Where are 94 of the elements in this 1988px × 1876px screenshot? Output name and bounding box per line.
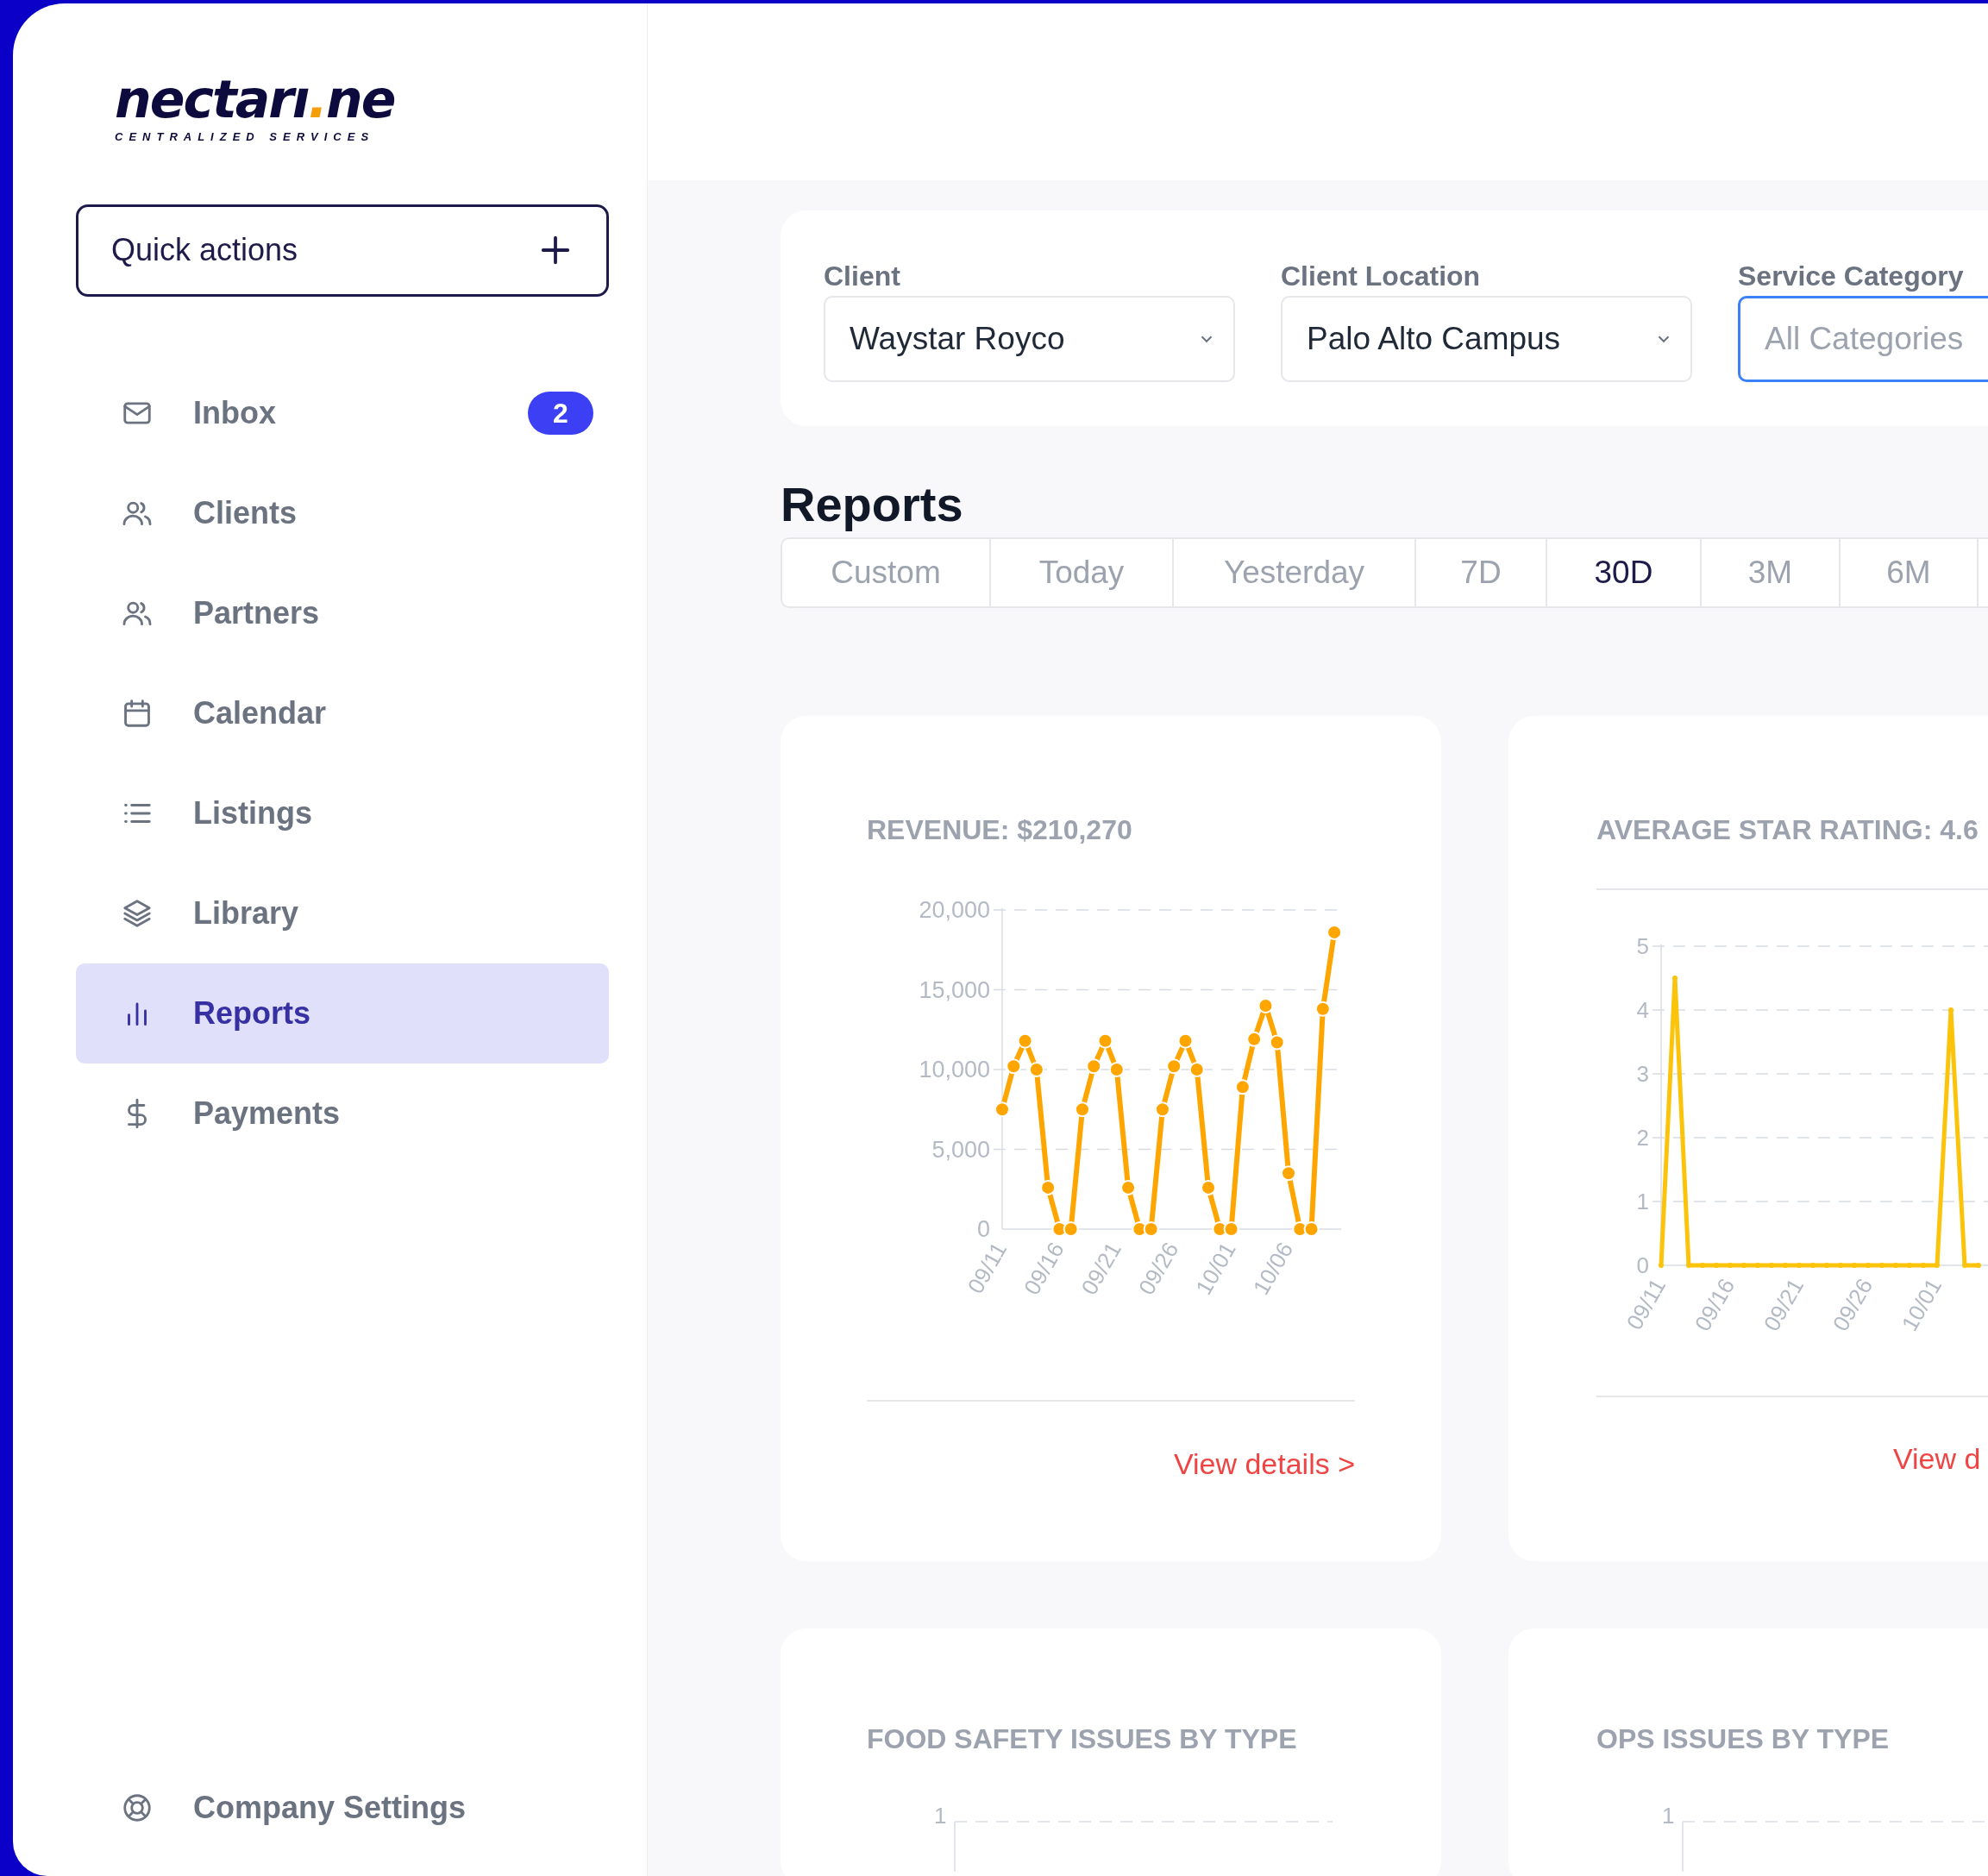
data-point xyxy=(1017,1032,1033,1049)
select-field[interactable]: Palo Alto Campus xyxy=(1281,296,1692,382)
range-tab[interactable]: Custom xyxy=(782,539,991,606)
data-point xyxy=(1686,1263,1691,1268)
axis-label: 4 xyxy=(1636,997,1649,1023)
data-point xyxy=(1741,1263,1747,1268)
data-point xyxy=(1893,1263,1898,1268)
data-point xyxy=(1935,1263,1940,1268)
axis-label: 0 xyxy=(976,1216,990,1242)
data-point xyxy=(1769,1263,1774,1268)
data-point xyxy=(1838,1263,1843,1268)
data-point xyxy=(1006,1058,1022,1075)
data-point xyxy=(1166,1058,1182,1075)
data-point xyxy=(1281,1165,1296,1182)
field-label: Client xyxy=(824,260,901,293)
data-point xyxy=(1672,976,1678,981)
nav-item[interactable]: Calendar xyxy=(76,662,609,763)
range-tab[interactable]: Today xyxy=(991,539,1174,606)
data-point xyxy=(1188,1062,1205,1077)
axis-label: 1 xyxy=(934,1803,947,1829)
data-point xyxy=(1783,1263,1788,1268)
data-point xyxy=(1097,1032,1113,1049)
select-field[interactable]: Waystar Royco xyxy=(824,296,1235,382)
data-point xyxy=(1086,1058,1102,1075)
range-tab[interactable]: Yesterday xyxy=(1174,539,1416,606)
nav-item[interactable]: Company Settings xyxy=(76,1758,609,1858)
card-title: OPS ISSUES BY TYPE xyxy=(1596,1722,1890,1756)
axis-label: 5,000 xyxy=(931,1136,990,1163)
data-point xyxy=(1962,1263,1967,1268)
data-point xyxy=(1907,1263,1912,1268)
card-title: REVENUE: $210,270 xyxy=(867,813,1132,847)
data-point xyxy=(1201,1179,1217,1195)
data-point xyxy=(1120,1179,1137,1195)
data-point xyxy=(1879,1263,1885,1268)
nav-item[interactable]: Listings xyxy=(76,762,609,863)
axis-label: 3 xyxy=(1636,1061,1649,1087)
data-point xyxy=(1257,998,1274,1013)
data-point xyxy=(1852,1263,1857,1268)
range-tab[interactable]: 6M xyxy=(1841,539,1979,606)
nav-item[interactable]: Partners xyxy=(76,562,609,663)
data-point xyxy=(1714,1263,1719,1268)
data-point xyxy=(994,1101,1010,1118)
data-point xyxy=(1700,1263,1705,1268)
card-title: FOOD SAFETY ISSUES BY TYPE xyxy=(867,1722,1297,1756)
field-label: Client Location xyxy=(1281,260,1482,293)
data-point xyxy=(1234,1079,1251,1095)
data-point xyxy=(1063,1221,1079,1237)
data-point xyxy=(1074,1101,1090,1118)
data-point xyxy=(1269,1034,1285,1051)
data-point xyxy=(1810,1263,1816,1268)
nav-item[interactable]: Inbox 2 xyxy=(76,362,609,463)
nav-item[interactable]: Payments xyxy=(76,1063,609,1164)
nav-item[interactable]: Library xyxy=(76,863,609,963)
data-point xyxy=(1976,1263,1981,1268)
axis-label: 5 xyxy=(1636,933,1649,959)
axis-label: 10,000 xyxy=(919,1057,990,1082)
lifebuoy-icon xyxy=(121,1791,154,1824)
count-badge: 2 xyxy=(528,391,593,435)
data-point xyxy=(1143,1221,1159,1237)
view-details-link[interactable]: View d xyxy=(1893,1437,1981,1481)
axis-label: 15,000 xyxy=(919,976,990,1003)
data-point xyxy=(1921,1263,1926,1268)
view-details-link[interactable]: View details > xyxy=(1173,1442,1355,1486)
field-label: Service Category xyxy=(1738,260,1965,293)
axis-label: 0 xyxy=(1636,1252,1649,1278)
data-point xyxy=(1326,924,1343,940)
data-point xyxy=(1824,1263,1829,1268)
axis-label: 2 xyxy=(1636,1125,1649,1151)
axis-label: 1 xyxy=(1662,1803,1675,1829)
data-point xyxy=(1177,1032,1194,1049)
data-point xyxy=(1303,1221,1320,1237)
data-point xyxy=(1728,1263,1733,1268)
data-point xyxy=(1797,1263,1802,1268)
page-title: Reports xyxy=(781,476,964,533)
data-point xyxy=(1659,1263,1664,1268)
nav-item[interactable]: Reports xyxy=(76,963,609,1063)
plus-icon xyxy=(539,234,572,267)
data-point xyxy=(1028,1062,1044,1077)
range-tab[interactable]: 3M xyxy=(1702,539,1841,606)
data-point xyxy=(1154,1101,1170,1118)
data-point xyxy=(1246,1031,1263,1047)
data-point xyxy=(1108,1062,1125,1077)
nav-item[interactable]: Clients xyxy=(76,462,609,563)
data-point xyxy=(1314,1001,1331,1017)
data-point xyxy=(1866,1263,1871,1268)
card-title: AVERAGE STAR RATING: 4.6 xyxy=(1596,813,1979,847)
select-field[interactable]: All Categories xyxy=(1738,296,1988,382)
data-point xyxy=(1223,1221,1239,1237)
axis-label: 20,000 xyxy=(919,897,990,923)
quick-actions-button[interactable]: Quick actions xyxy=(76,204,609,297)
data-point xyxy=(1948,1007,1954,1013)
data-point xyxy=(1040,1179,1057,1195)
data-point xyxy=(1755,1263,1760,1268)
axis-label: 1 xyxy=(1636,1189,1649,1214)
